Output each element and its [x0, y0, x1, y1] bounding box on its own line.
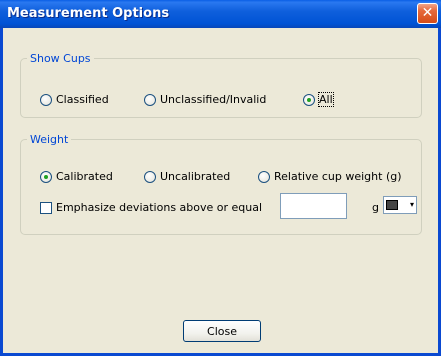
- radio-unclassified-invalid[interactable]: Unclassified/Invalid: [144, 93, 266, 106]
- radio-relative-label: Relative cup weight (g): [274, 170, 402, 183]
- radio-unclassified-circle[interactable]: [144, 93, 156, 106]
- emphasize-checkbox-label: Emphasize deviations above or equal: [56, 201, 263, 214]
- radio-classified-label: Classified: [56, 93, 109, 106]
- color-swatch: [386, 200, 398, 210]
- radio-uncalibrated-label: Uncalibrated: [160, 170, 231, 183]
- show-cups-legend: Show Cups: [30, 52, 91, 65]
- window-title: Measurement Options: [7, 6, 170, 21]
- measurement-options-dialog: Measurement Options ✕ Show Cups Classifi…: [0, 0, 441, 356]
- close-icon: ✕: [421, 5, 434, 21]
- weight-legend: Weight: [30, 133, 69, 146]
- radio-all[interactable]: All: [303, 92, 334, 107]
- radio-calibrated[interactable]: Calibrated: [40, 170, 113, 183]
- threshold-unit-label: g: [372, 201, 379, 214]
- radio-relative-cup-weight[interactable]: Relative cup weight (g): [258, 170, 402, 183]
- radio-uncalibrated[interactable]: Uncalibrated: [144, 170, 230, 183]
- radio-unclassified-label: Unclassified/Invalid: [160, 93, 267, 106]
- close-button[interactable]: Close: [183, 320, 261, 342]
- radio-classified-circle[interactable]: [40, 93, 52, 106]
- emphasis-color-dropdown[interactable]: ▾: [383, 196, 417, 214]
- deviation-threshold-input[interactable]: [280, 193, 347, 219]
- emphasize-deviations-checkbox[interactable]: Emphasize deviations above or equal: [40, 201, 262, 214]
- radio-uncalibrated-circle[interactable]: [144, 170, 156, 183]
- window-close-button[interactable]: ✕: [417, 3, 438, 24]
- title-bar[interactable]: Measurement Options ✕: [0, 0, 441, 28]
- radio-relative-circle[interactable]: [258, 170, 270, 183]
- emphasize-checkbox-box[interactable]: [40, 201, 52, 214]
- radio-all-label: All: [318, 92, 334, 107]
- radio-calibrated-label: Calibrated: [56, 170, 113, 183]
- chevron-down-icon: ▾: [409, 200, 414, 209]
- show-cups-group: Show Cups: [20, 52, 422, 118]
- radio-all-circle[interactable]: [303, 93, 315, 106]
- window-border-left: [0, 28, 3, 356]
- weight-group: Weight: [20, 133, 422, 235]
- radio-calibrated-circle[interactable]: [40, 170, 52, 183]
- radio-classified[interactable]: Classified: [40, 93, 109, 106]
